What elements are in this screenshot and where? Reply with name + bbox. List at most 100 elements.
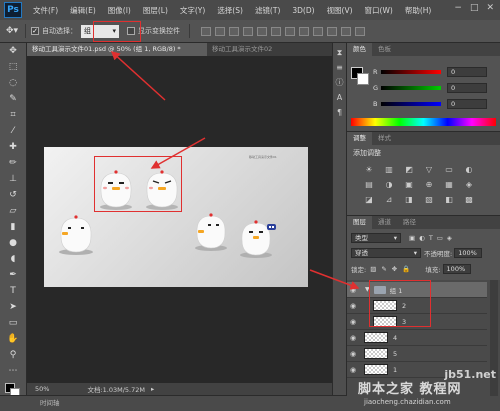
black-white-icon[interactable]: ◑	[383, 179, 395, 190]
align-right-icon[interactable]	[271, 26, 281, 36]
menu-help[interactable]: 帮助(H)	[405, 5, 432, 16]
shadows-icon[interactable]: ◧	[443, 194, 455, 205]
hue-saturation-icon[interactable]: ◐	[463, 164, 475, 175]
menu-view[interactable]: 视图(V)	[327, 5, 353, 16]
invert-icon[interactable]: ◈	[463, 179, 475, 190]
selective-color-icon[interactable]: ▧	[423, 194, 435, 205]
menu-type[interactable]: 文字(Y)	[180, 5, 205, 16]
blur-tool-icon[interactable]: ●	[3, 236, 23, 251]
character-icon[interactable]: A	[334, 92, 345, 103]
brush-tool-icon[interactable]: ✏	[3, 156, 23, 171]
quick-select-tool-icon[interactable]: ✎	[3, 92, 23, 107]
align-vcenter-icon[interactable]	[215, 26, 225, 36]
menu-edit[interactable]: 编辑(E)	[70, 5, 96, 16]
shape-tool-icon[interactable]: ▭	[3, 316, 23, 331]
checkbox-checked-icon[interactable]: ✓	[31, 27, 39, 35]
gradient-map-icon[interactable]: ◨	[403, 194, 415, 205]
lock-icons[interactable]: ▨✎✥🔒	[370, 265, 415, 273]
zoom-level[interactable]: 50%	[35, 385, 49, 393]
visibility-eye-icon[interactable]: ◉	[347, 318, 359, 326]
align-bottom-icon[interactable]	[229, 26, 239, 36]
clone-stamp-tool-icon[interactable]: ⊥	[3, 172, 23, 187]
menu-layer[interactable]: 图层(L)	[143, 5, 168, 16]
tab-document-02[interactable]: 移动工具演示文件02	[207, 43, 332, 56]
visibility-eye-icon[interactable]: ◉	[347, 350, 359, 358]
blue-slider-track[interactable]	[381, 102, 441, 106]
brightness-icon[interactable]: ☀	[363, 164, 375, 175]
menu-image[interactable]: 图像(I)	[108, 5, 131, 16]
maximize-icon[interactable]: □	[470, 3, 479, 13]
align-hcenter-icon[interactable]	[257, 26, 267, 36]
gradient-tool-icon[interactable]: ▮	[3, 220, 23, 235]
blue-value-field[interactable]: 0	[447, 99, 487, 109]
tab-swatches[interactable]: 色板	[372, 43, 397, 56]
path-select-tool-icon[interactable]: ➤	[3, 300, 23, 315]
hdr-toning-icon[interactable]: ▩	[463, 194, 475, 205]
align-top-icon[interactable]	[201, 26, 211, 36]
zoom-tool-icon[interactable]: ⚲	[3, 348, 23, 363]
lasso-tool-icon[interactable]: ◌	[3, 76, 23, 91]
menu-3d[interactable]: 3D(D)	[292, 6, 314, 15]
photo-filter-icon[interactable]: ▣	[403, 179, 415, 190]
filter-icons[interactable]: ▣◐T▭◈	[409, 234, 456, 242]
exposure-icon[interactable]: ▽	[423, 164, 435, 175]
visibility-eye-icon[interactable]: ◉	[347, 334, 359, 342]
minimize-icon[interactable]: −	[454, 3, 462, 13]
hand-tool-icon[interactable]: ✋	[3, 332, 23, 347]
menu-filter[interactable]: 滤镜(T)	[255, 5, 280, 16]
eraser-tool-icon[interactable]: ▱	[3, 204, 23, 219]
tab-color[interactable]: 颜色	[347, 43, 372, 56]
move-tool-icon[interactable]: ✥	[3, 44, 23, 59]
type-tool-icon[interactable]: T	[3, 284, 23, 299]
dodge-tool-icon[interactable]: ◖	[3, 252, 23, 267]
tab-paths[interactable]: 路径	[397, 216, 422, 229]
distribute-left-icon[interactable]	[327, 26, 337, 36]
distribute-right-icon[interactable]	[355, 26, 365, 36]
layer-row[interactable]: ◉ 5	[347, 346, 487, 362]
auto-select-checkbox[interactable]: ✓ 自动选择：	[31, 26, 77, 36]
menu-file[interactable]: 文件(F)	[33, 5, 58, 16]
crop-tool-icon[interactable]: ⌗	[3, 108, 23, 123]
background-color-swatch[interactable]	[357, 73, 369, 85]
menu-window[interactable]: 窗口(W)	[365, 5, 393, 16]
status-arrow-icon[interactable]: ▸	[151, 385, 154, 393]
properties-icon[interactable]: ≡	[334, 62, 345, 73]
tab-adjustments[interactable]: 调整	[347, 132, 372, 145]
history-brush-tool-icon[interactable]: ↺	[3, 188, 23, 203]
red-slider-track[interactable]	[381, 70, 441, 74]
distribute-vcenter-icon[interactable]	[299, 26, 309, 36]
color-lookup-icon[interactable]: ▦	[443, 179, 455, 190]
info-icon[interactable]: ⓘ	[334, 77, 345, 88]
red-value-field[interactable]: 0	[447, 67, 487, 77]
green-slider-track[interactable]	[381, 86, 441, 90]
layer-row[interactable]: ◉ 4	[347, 330, 487, 346]
history-icon[interactable]: ⧗	[334, 47, 345, 58]
color-spectrum-bar[interactable]	[351, 118, 496, 126]
menu-select[interactable]: 选择(S)	[217, 5, 243, 16]
align-left-icon[interactable]	[243, 26, 253, 36]
channel-mixer-icon[interactable]: ⊕	[423, 179, 435, 190]
visibility-eye-icon[interactable]: ◉	[347, 302, 359, 310]
vibrance-icon[interactable]: ▭	[443, 164, 455, 175]
visibility-eye-icon[interactable]: ◉	[347, 286, 359, 294]
distribute-hcenter-icon[interactable]	[341, 26, 351, 36]
tab-document-01[interactable]: 移动工具演示文件01.psd @ 50% (组 1, RGB/8) *	[27, 43, 207, 56]
curves-icon[interactable]: ◩	[403, 164, 415, 175]
tab-styles[interactable]: 样式	[372, 132, 397, 145]
healing-brush-tool-icon[interactable]: ✚	[3, 140, 23, 155]
color-balance-icon[interactable]: ▤	[363, 179, 375, 190]
tab-channels[interactable]: 通道	[372, 216, 397, 229]
opacity-field[interactable]: 100%	[454, 248, 483, 258]
marquee-tool-icon[interactable]: ⬚	[3, 60, 23, 75]
threshold-icon[interactable]: ⊿	[383, 194, 395, 205]
layer-filter-dropdown[interactable]: 类型 ▾	[351, 233, 401, 243]
levels-icon[interactable]: ▥	[383, 164, 395, 175]
close-icon[interactable]: ✕	[486, 3, 494, 13]
distribute-top-icon[interactable]	[285, 26, 295, 36]
green-value-field[interactable]: 0	[447, 83, 487, 93]
distribute-bottom-icon[interactable]	[313, 26, 323, 36]
tab-layers[interactable]: 图层	[347, 216, 372, 229]
posterize-icon[interactable]: ◪	[363, 194, 375, 205]
paragraph-icon[interactable]: ¶	[334, 107, 345, 118]
move-tool-icon[interactable]: ✥▾	[6, 25, 20, 37]
